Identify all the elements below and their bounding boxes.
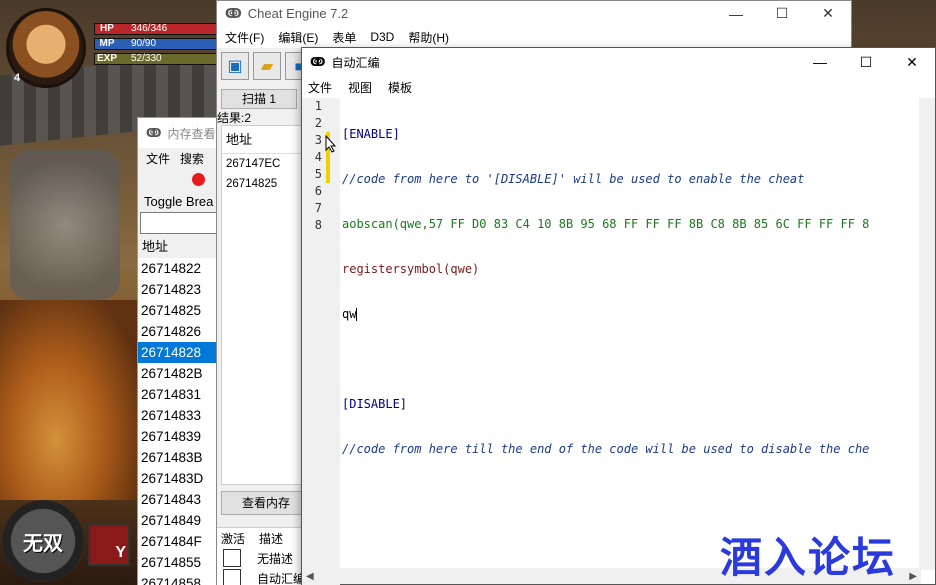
line-number-gutter: 1 2 3 4 5 6 7 8 [302,98,326,585]
hp-label: HP [100,23,114,34]
code-line-text: //code from here till the end of the cod… [342,442,870,456]
code-line-text: [DISABLE] [342,397,408,411]
line-number: 5 [314,167,322,181]
active-column-header[interactable]: 激活 [221,530,245,547]
cheat-table-row[interactable]: 无描述 [217,548,307,568]
menu-file[interactable]: 文件 [146,150,170,167]
description-column-header[interactable]: 描述 [259,530,283,547]
hp-bar: HP 346/346 [94,23,218,35]
record-icon[interactable] [192,173,205,186]
result-row[interactable]: 267147EC [222,154,302,174]
line-number: 8 [314,218,322,232]
cheat-engine-icon: ↂ [225,5,242,21]
monitor-icon: ▣ [227,58,243,75]
active-checkbox[interactable] [223,569,241,585]
skill-wushuang-button[interactable]: 无双 [2,500,84,582]
ce-title: Cheat Engine 7.2 [247,6,349,21]
code-line[interactable]: [ENABLE] [342,126,921,143]
cheat-engine-icon: ↂ [146,126,162,140]
mouse-cursor-icon [325,135,337,153]
line-number: 4 [314,150,322,164]
change-marker-gutter [326,98,340,585]
text-caret [356,308,358,321]
code-line-text: [ENABLE] [342,127,400,141]
hp-value: 346/346 [131,23,168,34]
scan-button[interactable]: 扫描 1 [221,89,297,109]
code-line[interactable]: //code from here till the end of the cod… [342,441,921,458]
menu-file[interactable]: 文件(F) [225,29,264,46]
watermark-logo: 酒入论坛 [720,533,897,582]
minimize-button[interactable]: — [797,48,843,76]
code-line[interactable]: //code from here to '[DISABLE]' will be … [342,171,921,188]
results-address-header[interactable]: 地址 [222,126,302,154]
cheat-table-row[interactable]: 自动汇编 [217,568,307,585]
aa-title: 自动汇编 [331,55,380,70]
player-level: 4 [14,72,21,84]
mp-bar: MP 90/90 [94,38,218,50]
menu-search[interactable]: 搜索 [180,150,204,167]
view-memory-button[interactable]: 查看内存 [221,491,311,515]
cheat-description: 自动汇编 [257,571,306,585]
code-line-text: aobscan(qwe,57 FF D0 83 C4 10 8B 95 68 F… [342,217,870,231]
select-process-button[interactable]: ▣ [221,52,249,80]
close-button[interactable]: ✕ [805,1,851,26]
minimize-button[interactable]: — [713,1,759,26]
menu-file[interactable]: 文件 [308,79,332,96]
active-checkbox[interactable] [223,549,241,567]
menu-edit[interactable]: 编辑(E) [278,29,318,46]
open-file-button[interactable]: ▰ [253,52,281,80]
vertical-scrollbar[interactable] [919,98,935,570]
fire-decoration [0,300,140,500]
aa-window-controls: — ☐ ✕ [797,48,935,76]
maximize-button[interactable]: ☐ [759,1,805,26]
result-row[interactable]: 26714825 [222,174,302,194]
line-number: 6 [314,184,322,198]
code-line-text: qw [342,307,357,321]
line-number: 1 [314,99,322,113]
cheat-table: 激活 描述 无描述 自动汇编 [217,527,307,585]
cheat-table-header: 激活 描述 [217,528,307,548]
line-number: 7 [314,201,322,215]
menu-template[interactable]: 模板 [388,79,412,96]
code-line-text: //code from here to '[DISABLE]' will be … [342,172,805,186]
code-line[interactable] [342,351,921,368]
mp-label: MP [99,38,115,49]
folder-icon: ▰ [260,58,274,75]
menu-table[interactable]: 表单 [332,29,356,46]
auto-assemble-window: ↂ 自动汇编 — ☐ ✕ 文件 视图 模板 1 2 3 4 5 6 7 8 [ENABLE] … [301,47,936,585]
exp-bar: EXP 52/330 [94,53,218,65]
exp-label: EXP [96,53,117,64]
code-line-text: registersymbol(qwe) [342,262,480,276]
code-line[interactable]: qw [342,306,921,323]
mp-value: 90/90 [131,38,157,49]
close-button[interactable]: ✕ [889,48,935,76]
ce-window-controls: — ☐ ✕ [713,1,851,26]
code-text[interactable]: [ENABLE] //code from here to '[DISABLE]'… [340,98,921,585]
line-number: 3 [314,133,322,147]
aa-menubar: 文件 视图 模板 [302,76,935,98]
exp-value: 52/330 [131,53,162,64]
maximize-button[interactable]: ☐ [843,48,889,76]
menu-d3d[interactable]: D3D [370,30,394,44]
stone-decoration [10,150,120,300]
menu-view[interactable]: 视图 [348,79,372,96]
scroll-left-icon[interactable]: ◀ [306,571,314,582]
skill-y-button[interactable]: Y [88,524,130,566]
results-list: 地址 267147EC 26714825 [221,125,303,485]
scroll-right-icon[interactable]: ▶ [909,571,917,582]
code-line[interactable]: aobscan(qwe,57 FF D0 83 C4 10 8B 95 68 F… [342,216,921,233]
code-line[interactable]: [DISABLE] [342,396,921,413]
line-number: 2 [314,116,322,130]
cheat-description: 无描述 [257,551,294,566]
memory-viewer-title: 内存查看 [167,126,216,141]
cheat-engine-icon: ↂ [310,55,326,69]
menu-help[interactable]: 帮助(H) [408,29,449,46]
ce-menubar: 文件(F) 编辑(E) 表单 D3D 帮助(H) [217,26,851,48]
code-line[interactable]: registersymbol(qwe) [342,261,921,278]
results-count: 结果:2 [217,111,252,125]
code-editor[interactable]: 1 2 3 4 5 6 7 8 [ENABLE] //code from here to '[… [302,98,921,585]
